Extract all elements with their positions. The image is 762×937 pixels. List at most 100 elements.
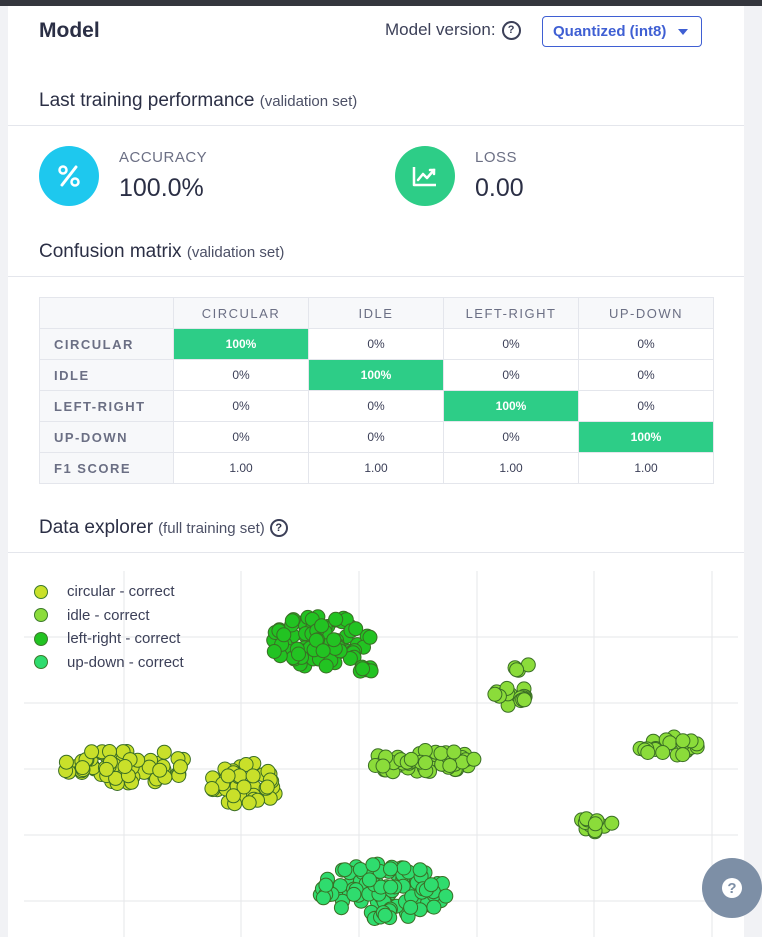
corner-cell <box>39 297 174 329</box>
training-subtitle: (validation set) <box>259 93 358 110</box>
help-fab-button[interactable]: ? <box>702 858 762 918</box>
scatter-point <box>259 779 275 795</box>
f1-cell: 1.00 <box>443 452 579 484</box>
legend-dot <box>34 584 48 599</box>
accuracy-icon <box>39 146 99 206</box>
model-panel: Model Model version: ? Quantized (int8) … <box>8 6 744 937</box>
matrix-cell: 100% <box>173 328 309 360</box>
loss-icon <box>395 146 455 206</box>
scatter-point <box>84 744 100 760</box>
confusion-title: Confusion matrix (validation set) <box>39 241 284 263</box>
legend-item[interactable]: up-down - correct <box>34 651 184 675</box>
scatter-point <box>361 872 377 888</box>
row-header: CIRCULAR <box>39 328 174 360</box>
scatter-point <box>365 857 381 873</box>
scatter-point <box>383 879 399 895</box>
model-version-label: Model version: ? <box>385 20 521 40</box>
scatter-point <box>328 611 344 627</box>
scatter-point <box>318 658 334 674</box>
matrix-cell: 100% <box>578 421 714 453</box>
row-header: UP-DOWN <box>39 421 174 453</box>
matrix-cell: 0% <box>578 328 714 360</box>
scatter-point <box>675 747 691 763</box>
legend-dot <box>34 608 48 623</box>
scatter-point <box>225 788 241 804</box>
matrix-cell: 0% <box>308 390 444 422</box>
scatter-point <box>117 759 133 774</box>
column-header: LEFT-RIGHT <box>443 297 579 329</box>
model-version-select[interactable]: Quantized (int8) <box>542 16 702 47</box>
help-icon[interactable]: ? <box>269 519 288 537</box>
accuracy-label: ACCURACY <box>119 149 208 166</box>
matrix-cell: 0% <box>578 359 714 391</box>
row-header: F1 SCORE <box>39 452 174 484</box>
legend-dot <box>34 631 48 646</box>
scatter-point <box>403 899 419 915</box>
scatter-point <box>375 758 391 774</box>
help-icon[interactable]: ? <box>501 20 521 40</box>
chart-legend: circular - correct idle - correct left-r… <box>34 580 184 674</box>
matrix-cell: 0% <box>443 328 579 360</box>
explorer-subtitle: (full training set) <box>158 519 265 537</box>
percent-icon <box>58 165 80 187</box>
legend-label: idle - correct <box>67 606 150 624</box>
column-header: UP-DOWN <box>578 297 714 329</box>
scatter-point <box>245 768 261 784</box>
scatter-point <box>266 644 282 659</box>
scatter-point <box>152 762 168 778</box>
scatter-point <box>383 861 398 877</box>
matrix-cell: 0% <box>173 390 309 422</box>
accuracy-value: 100.0% <box>119 174 204 202</box>
matrix-cell: 100% <box>308 359 444 391</box>
confusion-subtitle: (validation set) <box>186 244 285 261</box>
scatter-point <box>412 862 428 878</box>
scatter-point <box>348 621 364 637</box>
confusion-heading: Confusion matrix <box>39 241 182 262</box>
f1-row: F1 SCORE 1.00 1.00 1.00 1.00 <box>39 452 714 484</box>
legend-item[interactable]: idle - correct <box>34 604 184 628</box>
model-version-value: Quantized (int8) <box>553 23 667 40</box>
scatter-point <box>655 745 671 760</box>
scatter-point <box>418 755 433 771</box>
scatter-point <box>604 815 620 831</box>
scatter-point <box>220 768 236 784</box>
matrix-cell: 0% <box>173 359 309 391</box>
scatter-point <box>284 613 300 629</box>
matrix-row: IDLE 0% 100% 0% 0% <box>39 359 714 391</box>
chart-trend-icon <box>412 167 436 187</box>
column-header: IDLE <box>308 297 444 329</box>
scatter-point <box>403 751 419 767</box>
scatter-point <box>516 692 532 708</box>
scatter-point <box>442 758 458 773</box>
scatter-point <box>675 733 691 749</box>
scatter-point <box>333 900 349 916</box>
training-title: Last training performance (validation se… <box>39 90 357 112</box>
scatter-point <box>314 618 330 634</box>
scatter-point <box>172 759 188 775</box>
scatter-point <box>587 816 603 832</box>
scatter-point <box>156 744 172 760</box>
scatter-point <box>326 632 342 648</box>
matrix-cell: 0% <box>308 421 444 453</box>
column-header: CIRCULAR <box>173 297 309 329</box>
legend-item[interactable]: circular - correct <box>34 580 184 604</box>
scatter-point <box>446 744 462 760</box>
explorer-title: Data explorer (full training set) ? <box>39 517 288 539</box>
explorer-heading: Data explorer <box>39 517 154 538</box>
scatter-point <box>346 886 362 902</box>
f1-cell: 1.00 <box>173 452 309 484</box>
scatter-point <box>509 662 525 678</box>
confusion-matrix: CIRCULAR IDLE LEFT-RIGHT UP-DOWN CIRCULA… <box>39 297 714 484</box>
matrix-row: CIRCULAR 100% 0% 0% 0% <box>39 328 714 360</box>
scatter-point <box>423 877 439 893</box>
matrix-row: UP-DOWN 0% 0% 0% 100% <box>39 421 714 453</box>
divider <box>8 276 744 277</box>
matrix-row: LEFT-RIGHT 0% 0% 100% 0% <box>39 390 714 422</box>
legend-item[interactable]: left-right - correct <box>34 627 184 651</box>
scatter-point <box>640 745 656 760</box>
chevron-down-icon <box>678 28 689 35</box>
scatter-point <box>318 877 334 893</box>
legend-label: circular - correct <box>67 583 175 601</box>
row-header: LEFT-RIGHT <box>39 390 174 422</box>
model-title: Model <box>39 19 100 42</box>
